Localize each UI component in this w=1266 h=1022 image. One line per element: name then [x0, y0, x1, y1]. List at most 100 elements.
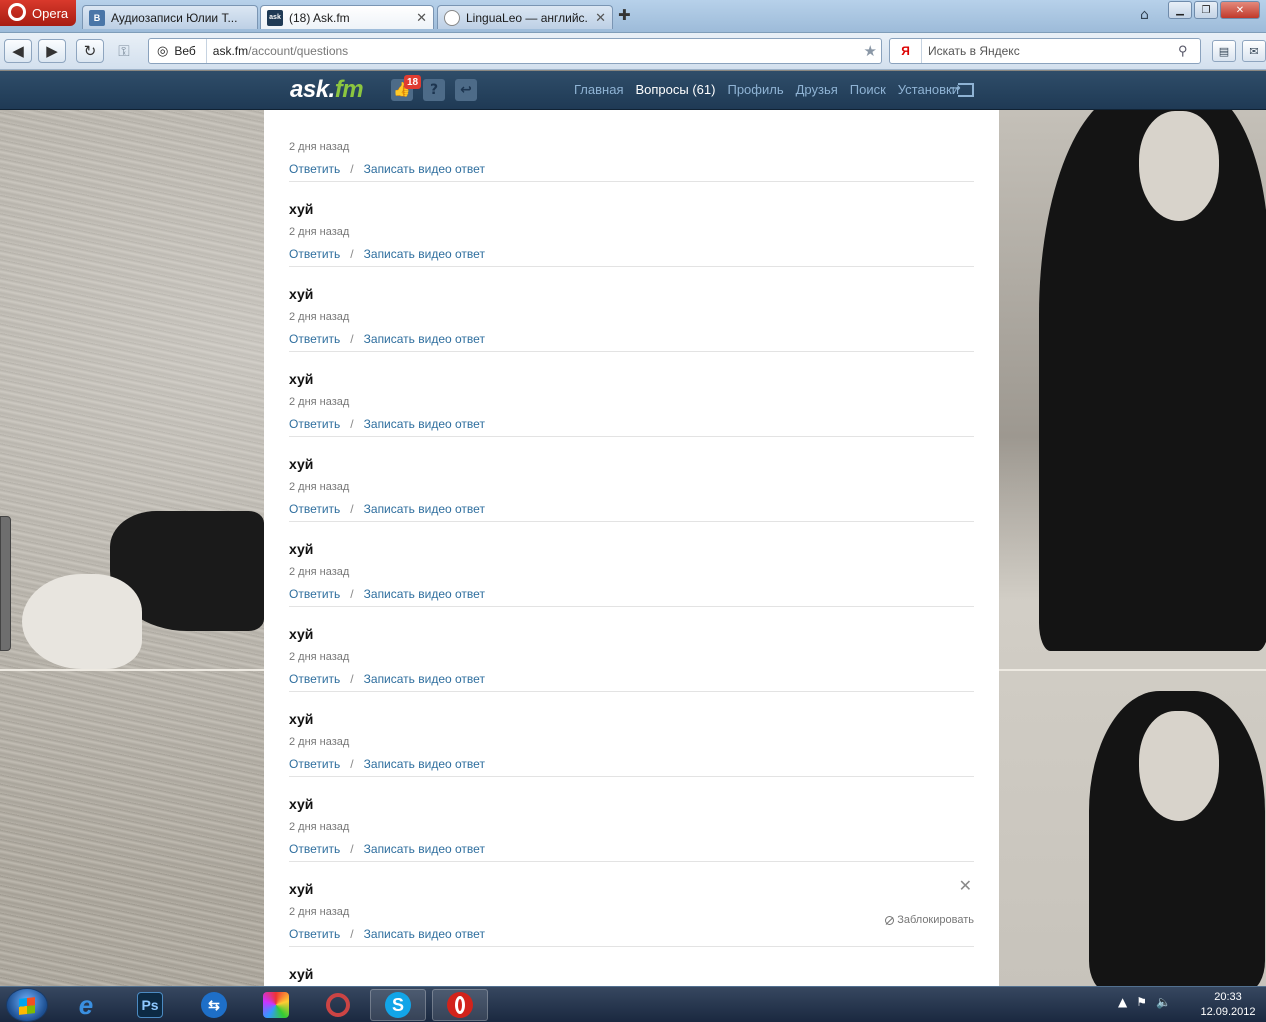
clock-date: 12.09.2012: [1200, 1006, 1256, 1018]
question-actions: Ответить / Записать видео ответ: [289, 162, 485, 176]
address-host: ask.fm: [212, 44, 249, 58]
globe-icon: ◎: [157, 43, 169, 58]
video-reply-link[interactable]: Записать видео ответ: [364, 757, 485, 771]
reply-link[interactable]: Ответить: [289, 927, 340, 941]
side-panel-handle[interactable]: [0, 516, 11, 651]
bookmark-star-icon[interactable]: ★: [864, 42, 877, 60]
video-reply-link[interactable]: Записать видео ответ: [364, 247, 485, 261]
nav-friends[interactable]: Друзья: [796, 82, 838, 97]
yandex-icon[interactable]: Я: [890, 39, 922, 63]
maximize-icon[interactable]: ❐: [1194, 1, 1218, 19]
key-icon[interactable]: ⚿: [110, 39, 138, 63]
question-time: 2 дня назад: [289, 736, 350, 748]
askfm-logo[interactable]: ask.fm: [290, 76, 364, 104]
answer-arrow-icon[interactable]: ↩: [455, 79, 477, 101]
tab-title: LinguaLeo — английс...: [466, 10, 590, 25]
address-url: ask.fm/account/questions: [207, 44, 348, 58]
reply-link[interactable]: Ответить: [289, 757, 340, 771]
nav-home[interactable]: Главная: [574, 82, 623, 97]
background-shoe: [22, 574, 142, 669]
video-reply-link[interactable]: Записать видео ответ: [364, 162, 485, 176]
question-item: хуй 2 дня назад Ответить / Записать видео от…: [289, 522, 974, 607]
block-icon: [885, 915, 895, 925]
photoshop-icon[interactable]: Ps: [122, 989, 178, 1021]
question-time: 2 дня назад: [289, 566, 350, 578]
reply-link[interactable]: Ответить: [289, 842, 340, 856]
askfm-nav: Главная Вопросы (61) Профиль Друзья Поис…: [574, 82, 959, 97]
image-viewer-icon[interactable]: [248, 989, 304, 1021]
action-separator: /: [350, 502, 354, 516]
reply-link[interactable]: Ответить: [289, 332, 340, 346]
opera-wheel-icon[interactable]: [310, 989, 366, 1021]
opera-menu-button[interactable]: Opera: [0, 0, 76, 26]
teamviewer-icon[interactable]: ⇆: [186, 989, 242, 1021]
browser-navigation-bar: ◀ ▶ ↻ ⚿ ◎ Веб ask.fm/account/questions ★…: [0, 33, 1266, 70]
address-path: /account/questions: [248, 44, 349, 58]
question-text: хуй: [289, 796, 314, 812]
action-separator: /: [350, 247, 354, 261]
reply-link[interactable]: Ответить: [289, 417, 340, 431]
skype-icon[interactable]: S: [370, 989, 426, 1021]
nav-search[interactable]: Поиск: [850, 82, 886, 97]
reply-link[interactable]: Ответить: [289, 672, 340, 686]
nav-profile[interactable]: Профиль: [727, 82, 783, 97]
volume-icon[interactable]: 🔈: [1156, 995, 1171, 1009]
reply-link[interactable]: Ответить: [289, 587, 340, 601]
address-bar[interactable]: ◎ Веб ask.fm/account/questions ★: [148, 38, 882, 64]
action-separator: /: [350, 842, 354, 856]
reply-link[interactable]: Ответить: [289, 162, 340, 176]
reply-link[interactable]: Ответить: [289, 502, 340, 516]
question-time: 2 дня назад: [289, 396, 350, 408]
question-text: хуй: [289, 881, 314, 897]
video-reply-link[interactable]: Записать видео ответ: [364, 672, 485, 686]
delete-question-icon[interactable]: ✕: [959, 876, 972, 895]
block-label: Заблокировать: [897, 914, 974, 926]
tab-vk-audio[interactable]: В Аудиозаписи Юлии Т...: [82, 5, 258, 29]
forward-icon[interactable]: ▶: [38, 39, 66, 63]
reload-icon[interactable]: ↻: [76, 39, 104, 63]
search-field[interactable]: Я Искать в Яндекс ⚲: [889, 38, 1201, 64]
action-center-flag-icon[interactable]: ⚑: [1136, 995, 1147, 1009]
tab-title: (18) Ask.fm: [289, 10, 350, 25]
logout-icon[interactable]: [950, 81, 974, 97]
question-icon[interactable]: ?: [423, 79, 445, 101]
notification-badge: 18: [404, 75, 421, 89]
clock[interactable]: 20:33 12.09.2012: [1196, 990, 1260, 1020]
search-icon[interactable]: ⚲: [1178, 43, 1200, 59]
start-button[interactable]: [6, 988, 48, 1022]
mail-icon[interactable]: ✉: [1242, 40, 1266, 62]
opera-icon[interactable]: [432, 989, 488, 1021]
reply-link[interactable]: Ответить: [289, 247, 340, 261]
minimize-icon[interactable]: ▁: [1168, 1, 1192, 19]
nav-questions[interactable]: Вопросы (61): [635, 82, 715, 97]
video-reply-link[interactable]: Записать видео ответ: [364, 842, 485, 856]
question-item: хуй 2 дня назад Ответить / Записать видео от…: [289, 352, 974, 437]
block-user-link[interactable]: Заблокировать: [885, 914, 974, 926]
video-reply-link[interactable]: Записать видео ответ: [364, 502, 485, 516]
ie-icon[interactable]: e: [58, 989, 114, 1021]
action-separator: /: [350, 162, 354, 176]
video-reply-link[interactable]: Записать видео ответ: [364, 927, 485, 941]
video-reply-link[interactable]: Записать видео ответ: [364, 332, 485, 346]
back-icon[interactable]: ◀: [4, 39, 32, 63]
window-close-icon[interactable]: ✕: [1220, 1, 1260, 19]
question-time: 2 дня назад: [289, 226, 350, 238]
question-item: хуй 2 дня назад Ответить / Записать видео от…: [289, 437, 974, 522]
new-tab-icon[interactable]: ✚: [618, 8, 632, 23]
video-reply-link[interactable]: Записать видео ответ: [364, 417, 485, 431]
lingualeo-favicon-icon: [444, 9, 460, 26]
panel-icon[interactable]: ▤: [1212, 40, 1236, 62]
question-item: хуй 2 дня назад Ответить / Записать видео от…: [289, 862, 974, 947]
close-tab-icon[interactable]: ✕: [595, 10, 606, 26]
close-tab-icon[interactable]: ✕: [416, 10, 427, 26]
tab-askfm[interactable]: ask (18) Ask.fm ✕: [260, 5, 434, 29]
window-controls: ▁ ❐ ✕: [1168, 1, 1260, 19]
background-face: [1139, 711, 1219, 821]
windows-taskbar: e Ps ⇆ S ▲ ⚑ 🔈 20:33 12.09.2012: [0, 986, 1266, 1022]
video-reply-link[interactable]: Записать видео ответ: [364, 587, 485, 601]
question-actions: Ответить / Записать видео ответ: [289, 672, 485, 686]
trash-icon[interactable]: ⌂: [1140, 7, 1158, 23]
question-item: хуй 2 дня назад Ответить / Записать видео от…: [289, 777, 974, 862]
tab-lingualeo[interactable]: LinguaLeo — английс... ✕: [437, 5, 613, 29]
tray-expand-icon[interactable]: ▲: [1118, 995, 1127, 1009]
